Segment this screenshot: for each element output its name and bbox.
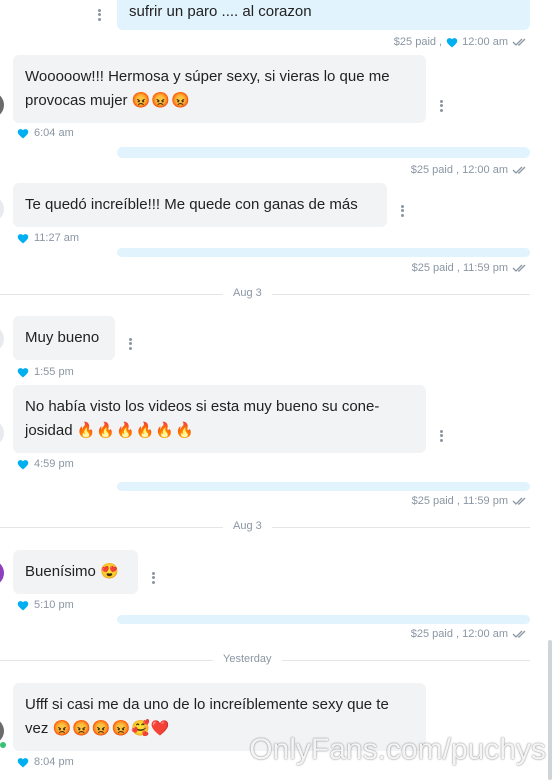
date-label: Aug 3 <box>223 520 272 532</box>
incoming-message: Muy bueno <box>13 316 115 360</box>
outgoing-message <box>117 615 530 624</box>
double-check-icon <box>512 166 526 174</box>
double-check-icon <box>512 264 526 272</box>
date-divider: Aug 3 <box>0 520 530 532</box>
paid-amount: $25 paid , 12:00 am <box>410 164 508 176</box>
message-text: Muy bueno <box>25 329 100 346</box>
message-time: 12:00 am <box>462 36 508 48</box>
date-divider: Aug 3 <box>0 287 530 299</box>
heart-icon[interactable] <box>17 128 29 139</box>
message-meta: $25 paid , 12:00 am <box>411 628 530 640</box>
message-time: 5:10 pm <box>34 599 74 611</box>
outgoing-message <box>117 147 530 158</box>
message-meta: $25 paid , 12:00 am <box>411 164 530 176</box>
message-text: No había visto los videos si esta muy bu… <box>25 398 380 415</box>
avatar[interactable] <box>0 326 4 352</box>
double-check-icon <box>512 497 526 505</box>
avatar[interactable] <box>0 560 4 586</box>
avatar[interactable] <box>0 92 4 118</box>
message-meta: 4:59 pm <box>17 458 74 470</box>
message-meta: $25 paid , 11:59 pm <box>412 262 530 274</box>
paid-amount: $25 paid , 11:59 pm <box>411 262 508 274</box>
message-text: Ufff si casi me da uno de lo increíbleme… <box>25 696 389 713</box>
heart-icon[interactable] <box>17 233 29 244</box>
avatar[interactable] <box>0 196 4 222</box>
message-meta: $25 paid , 12:00 am <box>394 36 530 48</box>
double-check-icon <box>512 630 526 638</box>
date-label: Aug 3 <box>223 287 272 299</box>
message-text: sufrir un paro .... al corazon <box>129 3 312 20</box>
heart-icon[interactable] <box>17 367 29 378</box>
heart-icon[interactable] <box>446 37 458 48</box>
message-time: 4:59 pm <box>34 458 74 470</box>
date-divider: Yesterday <box>0 653 530 665</box>
emoji-group: 😡😡😡 <box>131 92 191 109</box>
message-meta: 8:04 pm <box>17 756 74 768</box>
message-text: Te quedó increíble!!! Me quede con ganas… <box>25 196 358 213</box>
message-text: provocas mujer <box>25 92 128 109</box>
message-meta: 1:55 pm <box>17 366 74 378</box>
paid-amount: $25 paid , 12:00 am <box>410 628 508 640</box>
incoming-message: Wooooow!!! Hermosa y súper sexy, si vier… <box>13 55 426 123</box>
watermark-text: OnlyFans.com/puchys <box>249 733 546 766</box>
message-options-icon[interactable] <box>98 7 102 22</box>
message-text: josidad <box>25 422 73 439</box>
message-meta: 11:27 am <box>17 232 79 244</box>
emoji-group: 🔥🔥🔥🔥🔥🔥 <box>76 422 195 439</box>
online-indicator <box>0 742 6 748</box>
message-time: 11:27 am <box>34 232 80 244</box>
scrollbar[interactable] <box>548 640 552 780</box>
message-meta: $25 paid , 11:59 pm <box>412 495 530 507</box>
heart-icon[interactable] <box>17 757 29 768</box>
heart-icon[interactable] <box>17 600 29 611</box>
message-time: 1:55 pm <box>34 366 74 378</box>
message-meta: 5:10 pm <box>17 599 74 611</box>
message-options-icon[interactable] <box>129 336 133 351</box>
avatar[interactable] <box>0 420 4 446</box>
message-options-icon[interactable] <box>440 428 444 443</box>
incoming-message: Buenísimo 😍 <box>13 550 138 594</box>
outgoing-message <box>117 248 530 257</box>
incoming-message: Te quedó increíble!!! Me quede con ganas… <box>13 183 387 227</box>
emoji-group: 😡😡😡😡🥰❤️ <box>52 720 171 737</box>
message-options-icon[interactable] <box>152 570 156 585</box>
message-time: 6:04 am <box>34 127 74 139</box>
message-time: 8:04 pm <box>34 756 74 768</box>
emoji-group: 😍 <box>100 563 119 580</box>
message-text: Wooooow!!! Hermosa y súper sexy, si vier… <box>25 68 390 85</box>
paid-amount: $25 paid , 11:59 pm <box>411 495 508 507</box>
message-options-icon[interactable] <box>401 203 405 218</box>
outgoing-message: sufrir un paro .... al corazon <box>117 0 530 30</box>
message-text: Buenísimo <box>25 563 96 580</box>
message-meta: 6:04 am <box>17 127 74 139</box>
message-options-icon[interactable] <box>440 98 444 113</box>
date-label: Yesterday <box>213 653 282 665</box>
message-text: vez <box>25 720 49 737</box>
heart-icon[interactable] <box>17 459 29 470</box>
paid-amount: $25 paid , <box>393 36 443 48</box>
incoming-message: No había visto los videos si esta muy bu… <box>13 385 426 453</box>
avatar[interactable] <box>0 718 4 744</box>
double-check-icon <box>512 38 526 46</box>
outgoing-message <box>117 482 530 491</box>
